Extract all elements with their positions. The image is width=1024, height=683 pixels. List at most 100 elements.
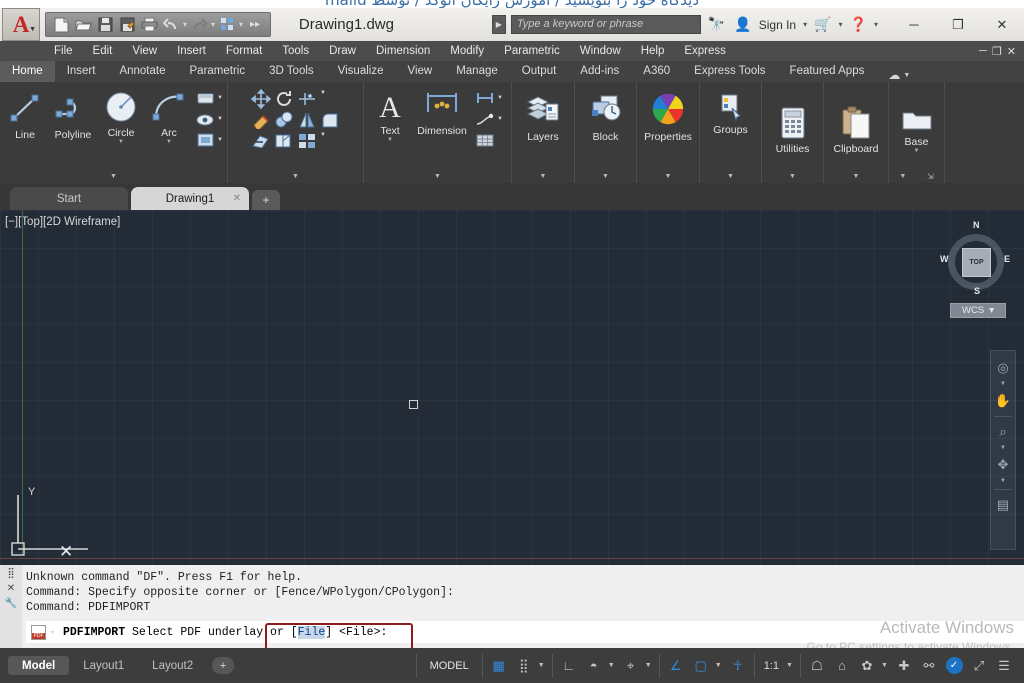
drawing-canvas[interactable]: [−][Top][2D Wireframe] Y ✕ Select PDF un… xyxy=(0,210,1024,565)
maximize-button[interactable]: ❐ xyxy=(936,9,980,41)
new-layout-button[interactable]: + xyxy=(212,657,235,674)
block-button[interactable]: Block xyxy=(582,86,630,170)
menu-item-dimension[interactable]: Dimension xyxy=(366,41,440,61)
object-snap-toggle[interactable]: ⌖ xyxy=(620,655,642,677)
file-tab-drawing1[interactable]: Drawing1 ✕ xyxy=(131,187,249,210)
help-dropdown-icon[interactable]: ▾ xyxy=(874,20,878,29)
ortho-mode-toggle[interactable]: ∟ xyxy=(558,655,580,677)
layers-button[interactable]: Layers xyxy=(519,86,567,170)
annotation-scale-value[interactable]: 1:1 xyxy=(760,660,783,672)
showmotion-icon[interactable]: ▤ xyxy=(992,494,1014,516)
copy-icon[interactable] xyxy=(274,111,294,129)
open-file-icon[interactable] xyxy=(72,14,94,35)
dimension-style-icon[interactable] xyxy=(475,89,495,107)
sign-in-button[interactable]: Sign In xyxy=(759,18,798,32)
clipboard-button[interactable]: Clipboard xyxy=(832,86,880,170)
chevron-down-icon[interactable]: ▼ xyxy=(881,662,890,669)
clean-screen-icon[interactable]: ✓ xyxy=(943,655,965,677)
steering-wheel-icon[interactable]: ◎ xyxy=(992,357,1014,379)
chevron-down-icon[interactable]: ▼ xyxy=(608,662,617,669)
ucs-selector[interactable]: WCS ▾ xyxy=(950,303,1006,318)
chevron-down-icon[interactable]: ▼ xyxy=(217,95,224,101)
drag-handle-icon[interactable]: ⣿ xyxy=(7,568,14,579)
polar-tracking-toggle[interactable]: ◓ xyxy=(583,655,605,677)
layout-tab-layout2[interactable]: Layout2 xyxy=(138,656,207,675)
customize-icon[interactable]: 🔧 xyxy=(5,598,17,609)
search-input[interactable]: Type a keyword or phrase xyxy=(510,15,701,34)
model-space-toggle[interactable]: MODEL xyxy=(422,660,477,672)
lineweight-toggle[interactable]: ▢ xyxy=(690,655,712,677)
properties-button[interactable]: Properties xyxy=(644,86,692,170)
command-keyword-file[interactable]: File xyxy=(297,625,326,639)
ribbon-tab-view[interactable]: View xyxy=(395,61,444,82)
menu-item-express[interactable]: Express xyxy=(674,41,736,61)
rectangle-icon[interactable] xyxy=(195,89,215,107)
chevron-down-icon[interactable]: ▼ xyxy=(899,173,906,180)
file-tab-start[interactable]: Start xyxy=(10,187,128,210)
menu-item-help[interactable]: Help xyxy=(631,41,675,61)
osnap-tracking-toggle[interactable]: ∠ xyxy=(665,655,687,677)
snap-mode-toggle[interactable]: ⣿ xyxy=(513,655,535,677)
workspace-switch-icon[interactable] xyxy=(216,14,238,35)
menu-item-draw[interactable]: Draw xyxy=(319,41,366,61)
hatch-icon[interactable] xyxy=(195,131,215,149)
close-button[interactable]: ✕ xyxy=(980,9,1024,41)
stretch-icon[interactable] xyxy=(274,132,294,150)
chevron-down-icon[interactable]: ▼ xyxy=(217,116,224,122)
view-panel-expander[interactable]: ▼ ⇲ xyxy=(889,170,944,183)
groups-panel-expander[interactable]: ▼ xyxy=(700,170,761,183)
ribbon-tab-output[interactable]: Output xyxy=(510,61,569,82)
drawing-minimize-button[interactable]: ─ xyxy=(979,45,987,58)
isolate-objects-icon[interactable]: ⚯ xyxy=(918,655,940,677)
utilities-button[interactable]: Utilities xyxy=(769,86,817,170)
menu-item-insert[interactable]: Insert xyxy=(167,41,216,61)
ellipse-icon[interactable] xyxy=(195,110,215,128)
erase-icon[interactable] xyxy=(251,111,271,129)
zoom-extents-icon[interactable]: ⌕ xyxy=(992,421,1014,443)
ribbon-tab-manage[interactable]: Manage xyxy=(444,61,510,82)
close-icon[interactable]: ✕ xyxy=(7,583,15,594)
autoscale-icon[interactable]: ☖ xyxy=(806,655,828,677)
menu-item-edit[interactable]: Edit xyxy=(83,41,123,61)
layout-tab-model[interactable]: Model xyxy=(8,656,70,675)
minimize-button[interactable]: ─ xyxy=(892,9,936,41)
annotation-visibility[interactable]: ☥ xyxy=(727,655,749,677)
application-menu-button[interactable]: A ▼ xyxy=(2,8,40,41)
leader-icon[interactable] xyxy=(475,110,495,128)
properties-panel-expander[interactable]: ▼ xyxy=(637,170,699,183)
viewcube-east-label[interactable]: E xyxy=(1004,254,1010,264)
chevron-down-icon[interactable]: ▾ xyxy=(51,629,58,636)
menu-item-file[interactable]: File xyxy=(44,41,83,61)
ribbon-tab-parametric[interactable]: Parametric xyxy=(178,61,258,82)
binoculars-icon[interactable]: 🔭 xyxy=(706,16,727,33)
clipboard-panel-expander[interactable]: ▼ xyxy=(824,170,888,183)
chevron-down-icon[interactable]: ▼ xyxy=(320,90,327,108)
block-panel-expander[interactable]: ▼ xyxy=(575,170,636,183)
menu-item-tools[interactable]: Tools xyxy=(272,41,319,61)
ribbon-tab-3d-tools[interactable]: 3D Tools xyxy=(257,61,326,82)
text-button[interactable]: A Text ▼ xyxy=(369,86,411,170)
viewcube-south-label[interactable]: S xyxy=(974,286,980,296)
annotation-scale-icon[interactable]: ⌂ xyxy=(831,655,853,677)
ribbon-tab-visualize[interactable]: Visualize xyxy=(326,61,396,82)
layout-tab-layout1[interactable]: Layout1 xyxy=(69,656,138,675)
explode-icon[interactable] xyxy=(251,132,271,150)
menu-item-window[interactable]: Window xyxy=(570,41,631,61)
move-icon[interactable] xyxy=(251,89,271,109)
base-view-button[interactable]: Base ▼ xyxy=(893,86,941,170)
drawing-restore-button[interactable]: ❐ xyxy=(992,45,1002,58)
menu-item-modify[interactable]: Modify xyxy=(440,41,494,61)
table-icon[interactable] xyxy=(475,131,495,149)
line-button[interactable]: Line xyxy=(1,86,49,170)
chevron-down-icon[interactable]: ▼ xyxy=(1000,478,1006,485)
array-icon[interactable] xyxy=(297,132,317,150)
chevron-down-icon[interactable]: ▼ xyxy=(645,662,654,669)
save-as-icon[interactable] xyxy=(116,14,138,35)
search-dropdown-icon[interactable]: ▶ xyxy=(491,15,506,34)
rotate-icon[interactable] xyxy=(274,90,294,108)
ribbon-tab-a360[interactable]: A360 xyxy=(631,61,682,82)
save-icon[interactable] xyxy=(94,14,116,35)
chevron-down-icon[interactable]: ▼ xyxy=(387,137,393,143)
new-file-icon[interactable] xyxy=(50,14,72,35)
groups-button[interactable]: Groups xyxy=(707,86,755,170)
